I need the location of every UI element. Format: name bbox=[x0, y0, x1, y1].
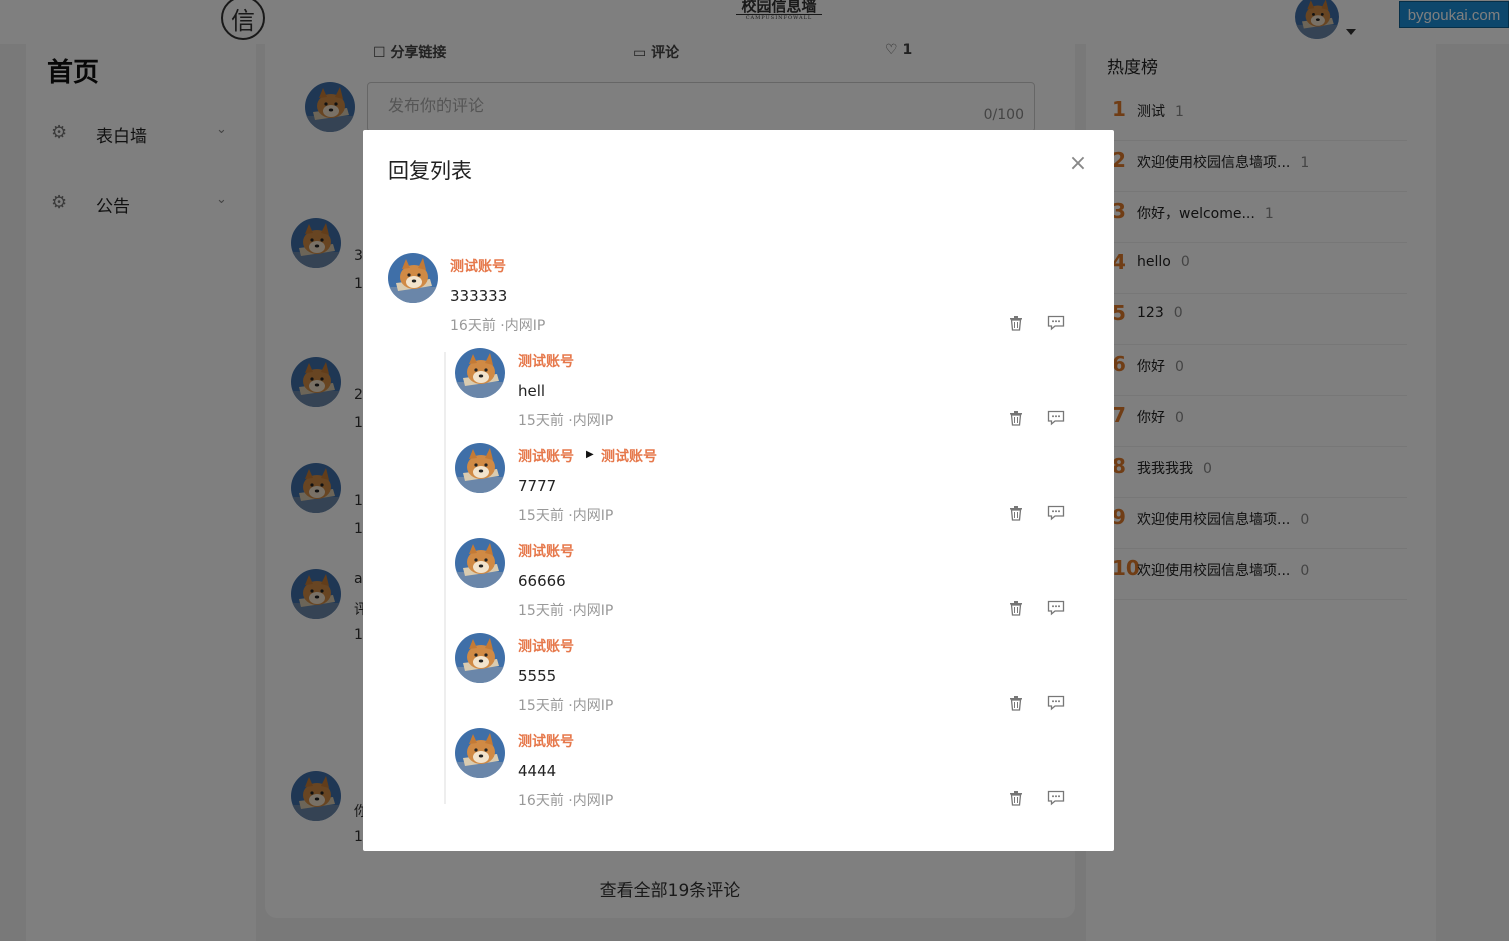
comment-meta: 16天前 ·内网IP bbox=[450, 318, 546, 334]
reply-meta: 16天前 ·内网IP bbox=[518, 793, 614, 809]
avatar bbox=[455, 538, 505, 588]
trash-icon[interactable] bbox=[1008, 695, 1024, 711]
reply-content: 66666 bbox=[518, 572, 566, 590]
trash-icon[interactable] bbox=[1008, 410, 1024, 426]
trash-icon[interactable] bbox=[1008, 505, 1024, 521]
modal-title: 回复列表 bbox=[388, 159, 472, 183]
reply-author[interactable]: 测试账号 bbox=[518, 351, 574, 371]
reply-item: 测试账号 5555 15天前 ·内网IP bbox=[455, 633, 1075, 718]
reply-author[interactable]: 测试账号 bbox=[518, 446, 574, 466]
reply-meta: 15天前 ·内网IP bbox=[518, 413, 614, 429]
reply-author[interactable]: 测试账号 bbox=[518, 731, 574, 751]
close-icon[interactable]: × bbox=[1067, 153, 1089, 175]
reply-item: 测试账号 4444 16天前 ·内网IP bbox=[455, 728, 1075, 813]
reply-list-modal: 回复列表 × 测试账号 333333 16天前 ·内网IP 测试账号 hell 15… bbox=[363, 130, 1114, 851]
reply-item: 测试账号 hell 15天前 ·内网IP bbox=[455, 348, 1075, 433]
reply-meta: 15天前 ·内网IP bbox=[518, 698, 614, 714]
comment-content: 333333 bbox=[450, 287, 508, 305]
reply-content: 7777 bbox=[518, 477, 557, 495]
reply-icon[interactable] bbox=[1047, 790, 1065, 806]
reply-icon[interactable] bbox=[1047, 315, 1065, 331]
avatar bbox=[388, 253, 438, 303]
reply-item: 测试账号 ▶ 测试账号 7777 15天前 ·内网IP bbox=[455, 443, 1075, 528]
reply-content: hell bbox=[518, 382, 546, 400]
trash-icon[interactable] bbox=[1008, 600, 1024, 616]
trash-icon[interactable] bbox=[1008, 790, 1024, 806]
reply-icon[interactable] bbox=[1047, 505, 1065, 521]
avatar bbox=[455, 633, 505, 683]
reply-content: 4444 bbox=[518, 762, 557, 780]
reply-author[interactable]: 测试账号 bbox=[518, 636, 574, 656]
avatar bbox=[455, 348, 505, 398]
reply-author[interactable]: 测试账号 bbox=[518, 541, 574, 561]
reply-item: 测试账号 66666 15天前 ·内网IP bbox=[455, 538, 1075, 623]
reply-icon[interactable] bbox=[1047, 410, 1065, 426]
reply-meta: 15天前 ·内网IP bbox=[518, 508, 614, 524]
root-comment: 测试账号 333333 16天前 ·内网IP bbox=[388, 253, 1088, 334]
avatar bbox=[455, 728, 505, 778]
avatar bbox=[455, 443, 505, 493]
reply-to-author[interactable]: 测试账号 bbox=[601, 446, 657, 466]
trash-icon[interactable] bbox=[1008, 315, 1024, 331]
caret-right-icon: ▶ bbox=[586, 449, 594, 460]
thread-divider bbox=[444, 352, 446, 804]
reply-meta: 15天前 ·内网IP bbox=[518, 603, 614, 619]
comment-author[interactable]: 测试账号 bbox=[450, 256, 506, 276]
reply-icon[interactable] bbox=[1047, 695, 1065, 711]
reply-icon[interactable] bbox=[1047, 600, 1065, 616]
reply-content: 5555 bbox=[518, 667, 557, 685]
